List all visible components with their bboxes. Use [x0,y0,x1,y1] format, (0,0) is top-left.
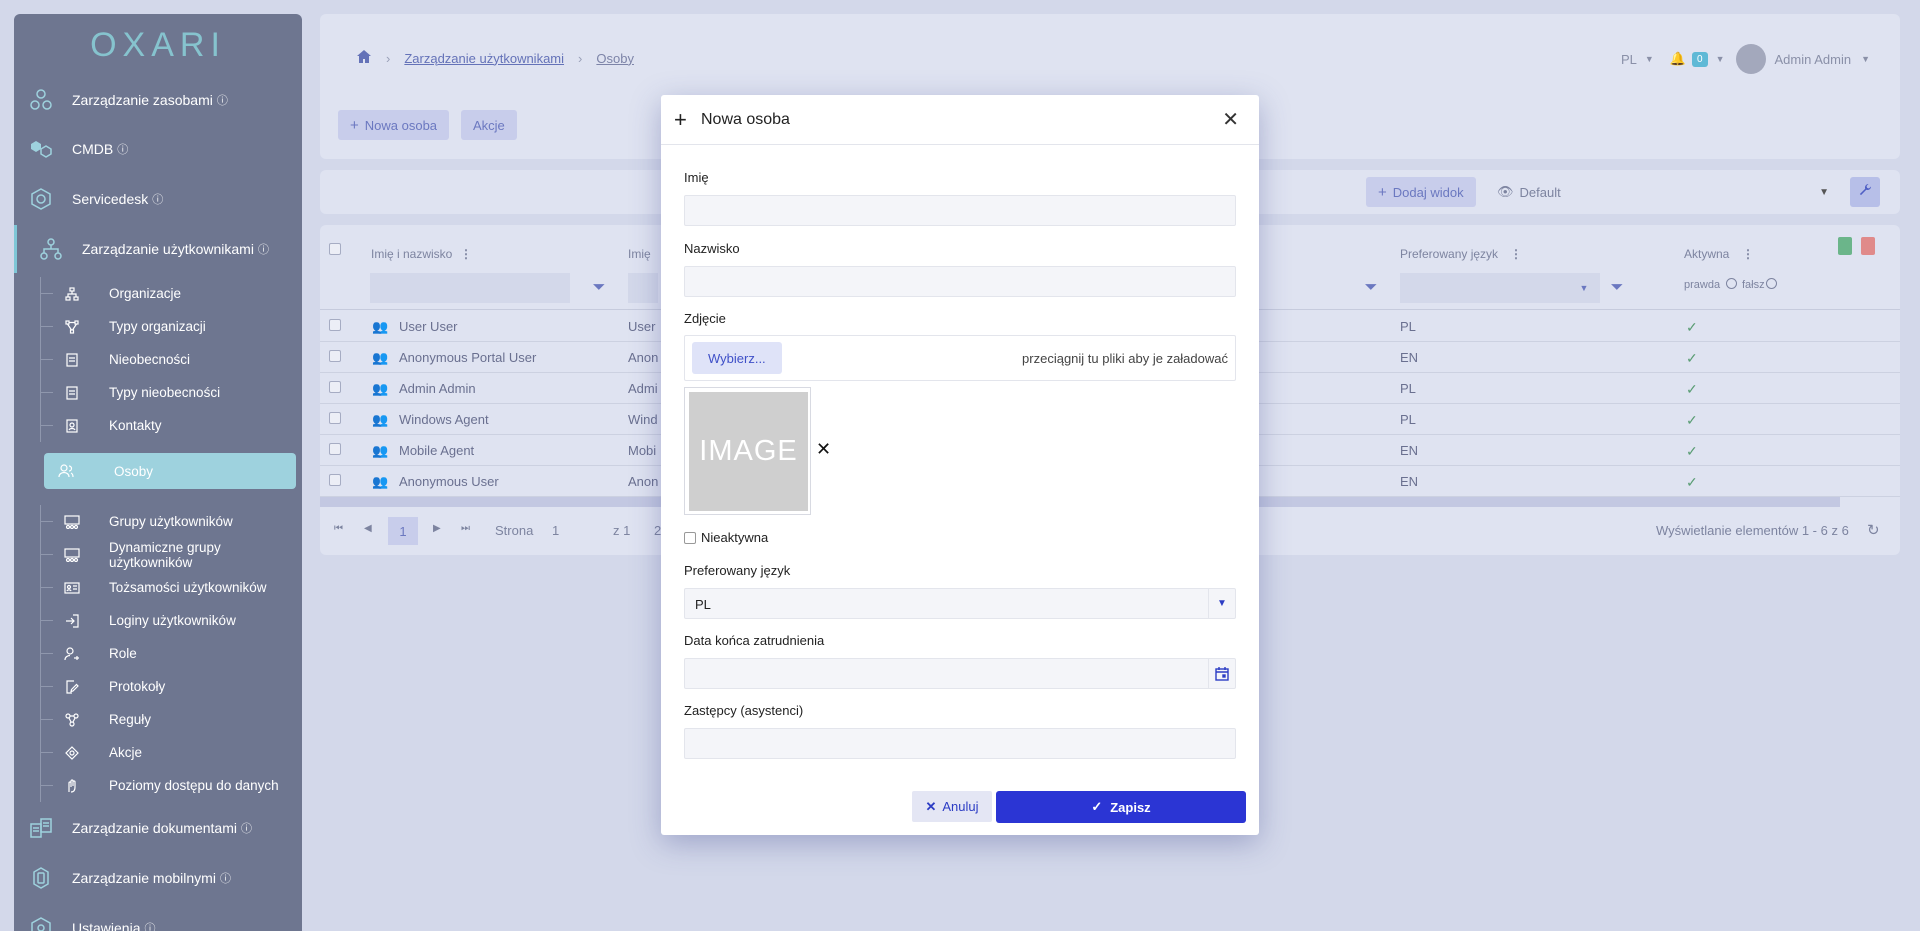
new-person-dialog: + Nowa osoba ✕ Imię Nazwisko Zdjęcie Wyb… [661,95,1259,835]
close-icon[interactable]: ✕ [1222,107,1239,132]
first-name-input[interactable] [684,195,1236,226]
choose-file-button[interactable]: Wybierz... [692,342,782,374]
deputies-input[interactable] [684,728,1236,759]
inactive-label: Nieaktywna [701,530,769,545]
preferred-language-value: PL [695,597,711,612]
photo-preview: IMAGE [684,387,811,515]
button-label: Zapisz [1110,799,1151,815]
preferred-language-label: Preferowany język [684,563,791,578]
photo-upload-zone[interactable]: Wybierz... przeciągnij tu pliki aby je z… [684,335,1236,381]
employment-end-date-input[interactable] [684,658,1236,689]
image-placeholder: IMAGE [689,392,808,511]
employment-end-date-label: Data końca zatrudnienia [684,633,825,648]
dialog-header: + Nowa osoba ✕ [661,95,1259,145]
drop-hint: przeciągnij tu pliki aby je załadować [1022,351,1228,366]
close-icon: ✕ [925,798,937,814]
button-label: Anuluj [942,799,979,814]
deputies-label: Zastępcy (asystenci) [684,703,804,718]
last-name-input[interactable] [684,266,1236,297]
check-icon: ✓ [1091,799,1103,814]
save-button[interactable]: ✓ Zapisz [996,791,1246,823]
last-name-label: Nazwisko [684,241,740,256]
preferred-language-select[interactable]: PL ▼ [684,588,1236,619]
inactive-checkbox[interactable] [684,532,696,544]
first-name-label: Imię [684,170,709,185]
photo-label: Zdjęcie [684,311,726,326]
plus-icon: + [674,107,687,132]
dialog-title: Nowa osoba [701,111,790,128]
chevron-down-icon[interactable]: ▼ [1208,589,1235,618]
cancel-button[interactable]: ✕ Anuluj [912,791,992,822]
calendar-icon[interactable] [1208,659,1235,688]
remove-photo-icon[interactable]: ✕ [816,439,831,460]
